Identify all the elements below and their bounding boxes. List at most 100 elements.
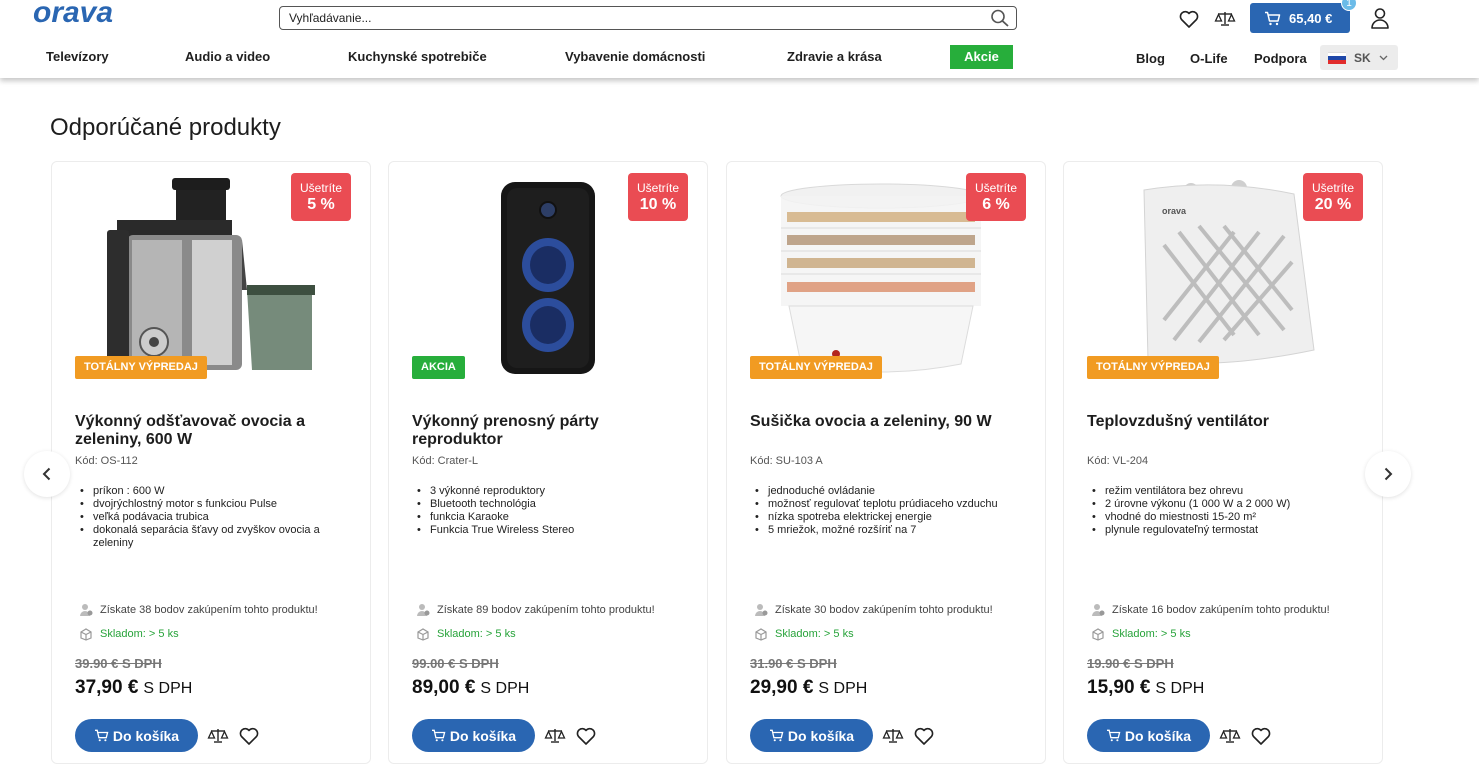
feature-list: 3 výkonné reproduktory Bluetooth technol… (417, 485, 687, 537)
add-to-cart-button[interactable]: Do košíka (412, 719, 535, 752)
compare-icon[interactable] (544, 725, 566, 747)
chevron-left-icon (42, 467, 51, 481)
nav-item-audio-video[interactable]: Audio a video (185, 49, 270, 64)
nav-item-blog[interactable]: Blog (1136, 51, 1165, 66)
feature-item: dvojrýchlostný motor s funkciou Pulse (80, 498, 350, 511)
feature-item: funkcia Karaoke (417, 511, 687, 524)
feature-item: nízka spotreba elektrickej energie (755, 511, 1025, 524)
site-header: orava 65,40 € 1 Televízory Audio a video… (0, 0, 1479, 78)
nav-item-podpora[interactable]: Podpora (1254, 51, 1307, 66)
stock-status: Skladom: > 5 ks (754, 627, 854, 641)
box-icon (1092, 628, 1104, 641)
compare-icon[interactable] (1214, 8, 1236, 30)
search-icon[interactable] (990, 9, 1010, 27)
cart-icon (431, 729, 446, 742)
feature-item: 5 mriežok, možné rozšíriť na 7 (755, 524, 1025, 537)
discount-badge: Ušetríte 20 % (1303, 173, 1363, 221)
cart-icon (94, 729, 109, 742)
user-points-icon (1092, 604, 1105, 616)
svg-text:orava: orava (33, 0, 113, 28)
feature-list: režim ventilátora bez ohrevu 2 úrovne vý… (1092, 485, 1362, 537)
product-card: orava Ušetríte 20 % TOTÁLNY VÝPREDAJ Tep… (1063, 161, 1383, 764)
heart-icon[interactable] (1178, 8, 1200, 30)
search-box (279, 6, 1017, 30)
nav-item-vybavenie[interactable]: Vybavenie domácnosti (565, 49, 705, 64)
feature-item: Funkcia True Wireless Stereo (417, 524, 687, 537)
sale-tag: AKCIA (412, 356, 465, 379)
cart-total: 65,40 € (1289, 10, 1333, 26)
sale-tag: TOTÁLNY VÝPREDAJ (1087, 356, 1219, 379)
user-points-icon (80, 604, 93, 616)
product-name[interactable]: Teplovzdušný ventilátor (1087, 413, 1357, 431)
feature-item: 2 úrovne výkonu (1 000 W a 2 000 W) (1092, 498, 1362, 511)
compare-icon[interactable] (1219, 725, 1241, 747)
loyalty-points: Získate 30 bodov zakúpením tohto produkt… (754, 603, 993, 617)
user-points-icon (417, 604, 430, 616)
chevron-down-icon (1379, 55, 1388, 60)
product-name[interactable]: Sušička ovocia a zeleniny, 90 W (750, 413, 1020, 431)
search-input[interactable] (280, 7, 970, 29)
feature-item: možnosť regulovať teplotu prúdiaceho vzd… (755, 498, 1025, 511)
feature-item: vhodné do miestnosti 15-20 m² (1092, 511, 1362, 524)
language-selector[interactable]: SK (1320, 45, 1398, 70)
nav-item-zdravie[interactable]: Zdravie a krása (787, 49, 882, 64)
product-code: Kód: OS-112 (75, 455, 138, 467)
sale-tag: TOTÁLNY VÝPREDAJ (75, 356, 207, 379)
heart-icon[interactable] (1250, 725, 1272, 747)
chevron-right-icon (1384, 467, 1393, 481)
feature-list: jednoduché ovládanie možnosť regulovať t… (755, 485, 1025, 537)
compare-icon[interactable] (882, 725, 904, 747)
heart-icon[interactable] (575, 725, 597, 747)
sale-tag: TOTÁLNY VÝPREDAJ (750, 356, 882, 379)
stock-status: Skladom: > 5 ks (1091, 627, 1191, 641)
stock-status: Skladom: > 5 ks (416, 627, 516, 641)
add-to-cart-button[interactable]: Do košíka (1087, 719, 1210, 752)
loyalty-points: Získate 89 bodov zakúpením tohto produkt… (416, 603, 655, 617)
nav-item-olife[interactable]: O-Life (1190, 51, 1228, 66)
feature-item: režim ventilátora bez ohrevu (1092, 485, 1362, 498)
product-card: Ušetríte 5 % TOTÁLNY VÝPREDAJ Výkonný od… (51, 161, 371, 764)
feature-item: 3 výkonné reproduktory (417, 485, 687, 498)
cart-icon (1265, 11, 1281, 25)
nav-item-kuchynske[interactable]: Kuchynské spotrebiče (348, 49, 487, 64)
product-code: Kód: Crater-L (412, 455, 479, 467)
heart-icon[interactable] (238, 725, 260, 747)
feature-item: Bluetooth technológia (417, 498, 687, 511)
cart-button[interactable]: 65,40 € (1250, 3, 1350, 33)
user-icon[interactable] (1370, 7, 1390, 29)
orava-logo[interactable]: orava (33, 0, 165, 28)
add-to-cart-button[interactable]: Do košíka (75, 719, 198, 752)
feature-item: veľká podávacia trubica (80, 511, 350, 524)
product-card: Ušetríte 6 % TOTÁLNY VÝPREDAJ Sušička ov… (726, 161, 1046, 764)
nav-item-televizory[interactable]: Televízory (46, 49, 109, 64)
product-name[interactable]: Výkonný prenosný párty reproduktor (412, 413, 682, 449)
box-icon (417, 628, 429, 641)
slovak-flag-icon (1328, 51, 1346, 64)
carousel-prev-button[interactable] (24, 451, 70, 497)
feature-item: príkon : 600 W (80, 485, 350, 498)
current-price: 15,90 € S DPH (1087, 677, 1205, 698)
product-name[interactable]: Výkonný odšťavovač ovocia a zeleniny, 60… (75, 413, 345, 449)
old-price: 19.90 € S DPH (1087, 656, 1174, 671)
cart-count-badge: 1 (1341, 0, 1357, 11)
add-to-cart-button[interactable]: Do košíka (750, 719, 873, 752)
nav-item-akcie[interactable]: Akcie (950, 45, 1013, 69)
discount-badge: Ušetríte 6 % (966, 173, 1026, 221)
loyalty-points: Získate 38 bodov zakúpením tohto produkt… (79, 603, 318, 617)
loyalty-points: Získate 16 bodov zakúpením tohto produkt… (1091, 603, 1330, 617)
box-icon (755, 628, 767, 641)
section-title: Odporúčané produkty (50, 114, 281, 141)
current-price: 89,00 € S DPH (412, 677, 530, 698)
feature-item: jednoduché ovládanie (755, 485, 1025, 498)
language-code: SK (1354, 50, 1371, 65)
carousel-next-button[interactable] (1365, 451, 1411, 497)
old-price: 31.90 € S DPH (750, 656, 837, 671)
cart-icon (1106, 729, 1121, 742)
heart-icon[interactable] (913, 725, 935, 747)
product-code: Kód: SU-103 A (750, 455, 823, 467)
compare-icon[interactable] (207, 725, 229, 747)
stock-status: Skladom: > 5 ks (79, 627, 179, 641)
user-points-icon (755, 604, 768, 616)
feature-item: dokonalá separácia šťavy od zvyškov ovoc… (80, 524, 350, 550)
product-code: Kód: VL-204 (1087, 455, 1149, 467)
